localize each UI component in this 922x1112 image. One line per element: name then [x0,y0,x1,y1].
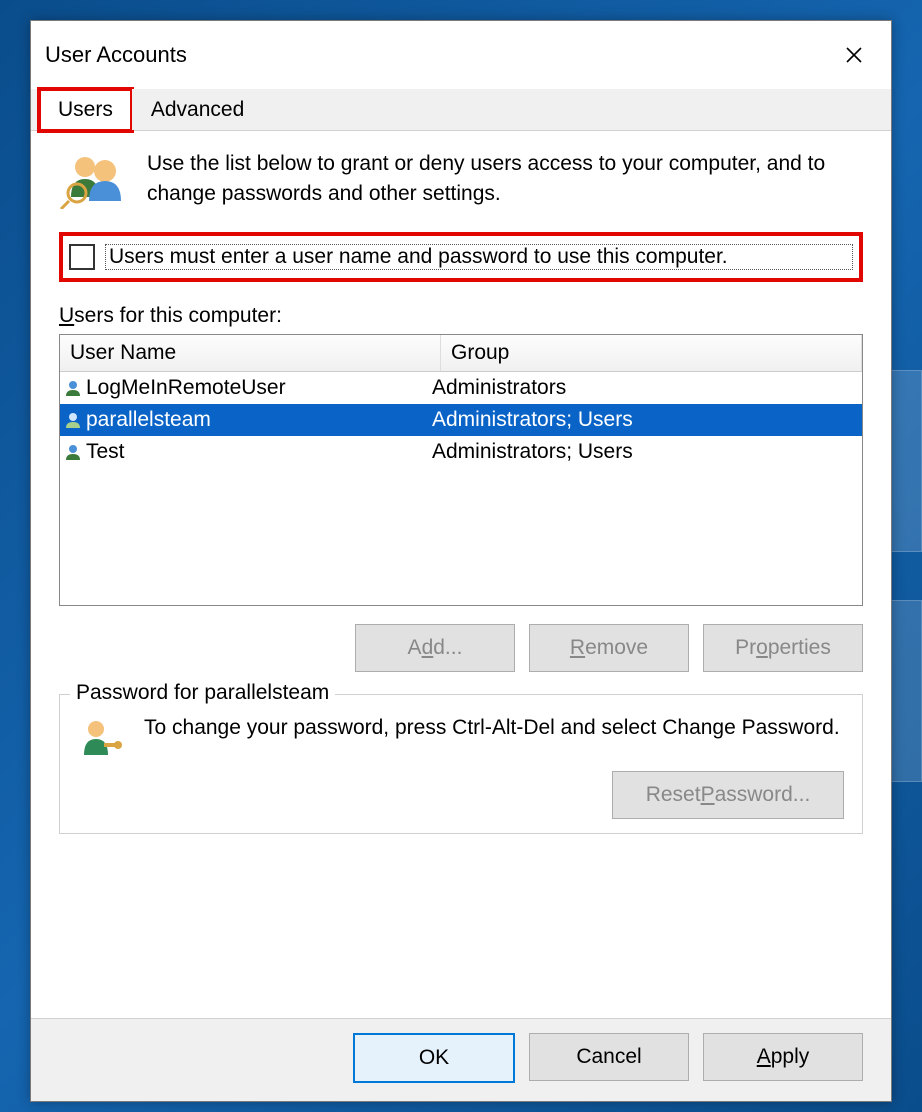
password-groupbox: Password for parallelsteam To change you… [59,694,863,834]
tab-body: Use the list below to grant or deny user… [31,131,891,1018]
password-info-row: To change your password, press Ctrl-Alt-… [78,713,844,757]
password-info-text: To change your password, press Ctrl-Alt-… [144,713,840,743]
reset-password-row: Reset Password... [78,771,844,819]
user-key-icon [78,717,122,757]
reset-password-button[interactable]: Reset Password... [612,771,844,819]
user-group: Administrators [428,374,862,402]
tab-users[interactable]: Users [39,89,132,131]
require-password-checkbox[interactable] [69,244,95,270]
user-group: Administrators; Users [428,438,862,466]
desktop-tile [890,370,922,552]
remove-button[interactable]: Remove [529,624,689,672]
require-password-label[interactable]: Users must enter a user name and passwor… [105,244,853,270]
intro-text: Use the list below to grant or deny user… [147,149,863,210]
user-buttons-row: Add... Remove Properties [59,624,863,672]
dialog-buttons-row: OK Cancel Apply [31,1018,891,1101]
properties-button[interactable]: Properties [703,624,863,672]
users-listview[interactable]: User Name Group LogMeInRemoteUser Admini… [59,334,863,606]
tab-label: Users [58,98,113,121]
listview-body: LogMeInRemoteUser Administrators paralle… [60,372,862,605]
column-header-group[interactable]: Group [441,335,862,371]
tabs-row: Users Advanced [31,89,891,131]
user-icon [64,379,82,397]
user-name: parallelsteam [86,408,211,432]
close-icon [845,46,863,64]
list-item[interactable]: Test Administrators; Users [60,436,862,468]
apply-button[interactable]: Apply [703,1033,863,1081]
user-icon [64,443,82,461]
listview-header: User Name Group [60,335,862,372]
tab-label: Advanced [151,98,244,121]
require-password-checkbox-row: Users must enter a user name and passwor… [59,232,863,282]
intro-row: Use the list below to grant or deny user… [59,149,863,210]
column-header-username[interactable]: User Name [60,335,441,371]
user-group: Administrators; Users [428,406,862,434]
users-list-label: Users for this computer: [59,304,863,328]
close-button[interactable] [831,39,877,71]
user-icon [64,411,82,429]
user-name: Test [86,440,125,464]
ok-button[interactable]: OK [353,1033,515,1083]
password-group-title: Password for parallelsteam [70,681,335,705]
user-accounts-dialog: User Accounts Users Advanced Use [30,20,892,1102]
list-item[interactable]: LogMeInRemoteUser Administrators [60,372,862,404]
add-button[interactable]: Add... [355,624,515,672]
list-item[interactable]: parallelsteam Administrators; Users [60,404,862,436]
titlebar: User Accounts [31,21,891,79]
window-title: User Accounts [45,42,187,68]
cancel-button[interactable]: Cancel [529,1033,689,1081]
desktop-tile [890,600,922,782]
tab-advanced[interactable]: Advanced [132,89,263,130]
user-name: LogMeInRemoteUser [86,376,286,400]
users-icon [59,149,129,209]
